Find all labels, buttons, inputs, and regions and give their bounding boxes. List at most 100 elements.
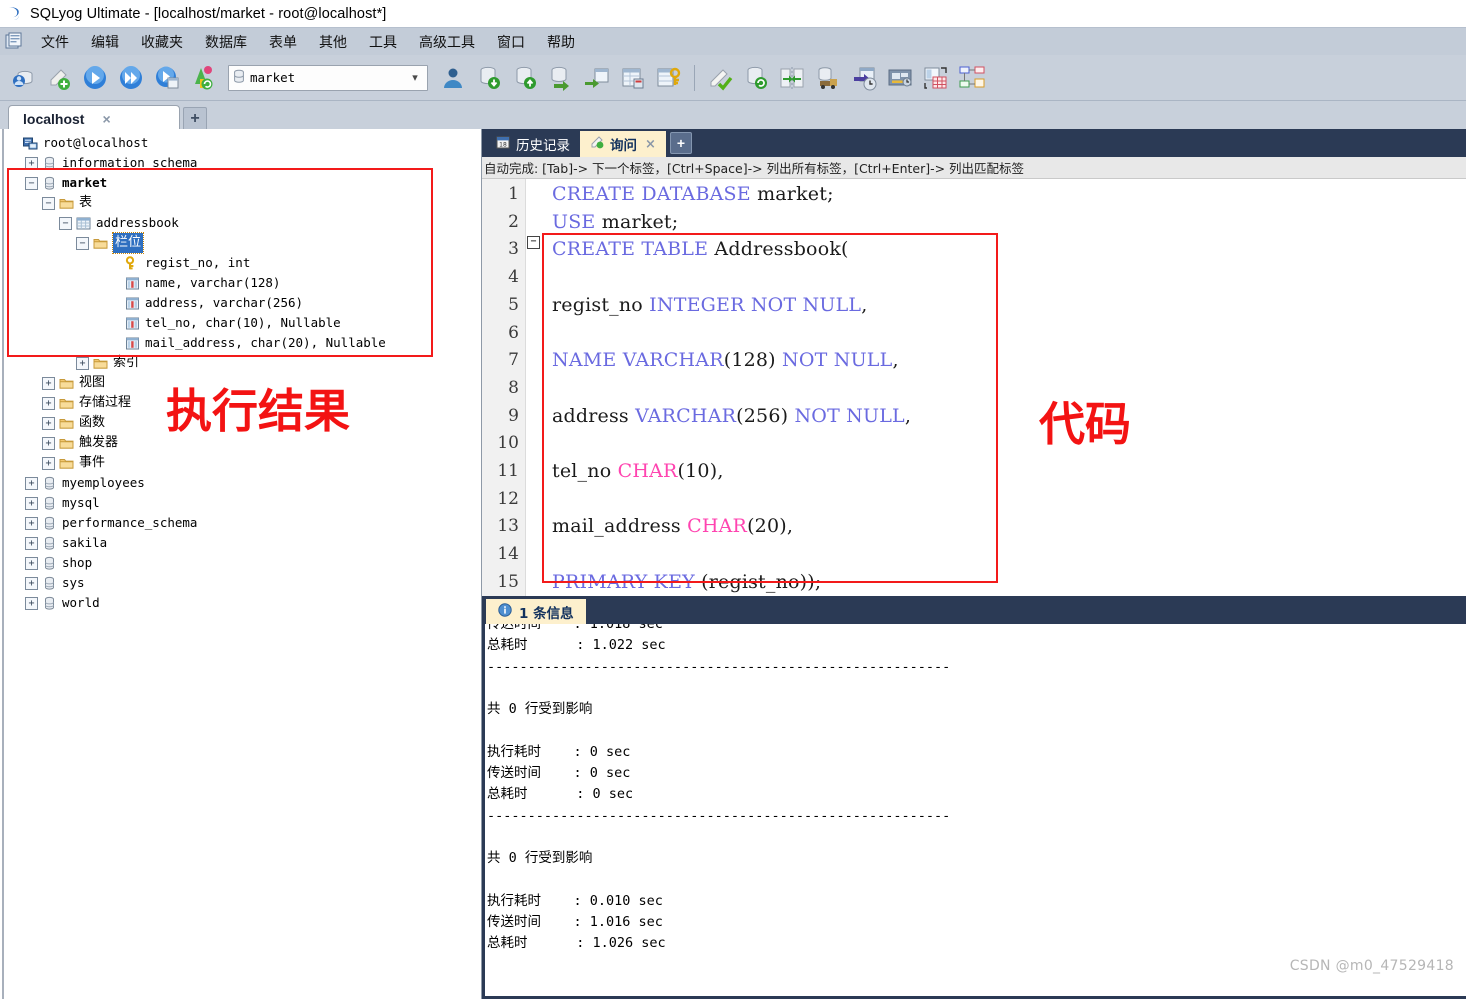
tree-node[interactable]: + 存储过程 [8, 393, 481, 413]
code-token: VARCHAR [635, 404, 737, 427]
tree-node[interactable]: + 触发器 [8, 433, 481, 453]
stop-refresh-icon[interactable] [186, 61, 220, 95]
expand-icon[interactable]: + [25, 556, 38, 570]
tree-node[interactable]: name, varchar(128) [8, 273, 481, 293]
manage-indexes-icon[interactable] [652, 61, 686, 95]
visual-schema-designer-icon[interactable] [919, 61, 953, 95]
messages-tab-strip: 1 条信息 [482, 596, 1466, 624]
expand-icon[interactable]: + [25, 536, 38, 550]
new-connection-icon[interactable] [6, 61, 40, 95]
menu-help[interactable]: 帮助 [536, 30, 586, 54]
execute-query-new-tab-icon[interactable] [150, 61, 184, 95]
menu-table[interactable]: 表单 [258, 30, 308, 54]
expand-icon[interactable]: + [25, 576, 38, 590]
user-manager-icon[interactable] [436, 61, 470, 95]
sync-database-icon[interactable] [739, 61, 773, 95]
query-builder-icon[interactable] [883, 61, 917, 95]
menu-file[interactable]: 文件 [30, 30, 80, 54]
close-icon[interactable]: × [102, 111, 110, 127]
tree-node[interactable]: mail_address, char(20), Nullable [8, 333, 481, 353]
import-external-data-icon[interactable] [544, 61, 578, 95]
er-diagram-icon[interactable] [955, 61, 989, 95]
sql-code-text[interactable]: CREATE DATABASE market; USE market; CREATE… [542, 179, 1466, 596]
connection-tab-localhost[interactable]: localhost × [8, 105, 180, 131]
tree-node[interactable]: + sys [8, 573, 481, 593]
collapse-icon[interactable]: − [25, 176, 38, 190]
tree-node[interactable]: regist_no, int [8, 253, 481, 273]
tree-node-label: address, varchar(256) [145, 295, 304, 310]
expand-icon[interactable]: + [25, 476, 38, 490]
close-icon[interactable]: × [645, 137, 656, 152]
tree-node[interactable]: + information_schema [8, 153, 481, 173]
sql-formatter-icon[interactable] [703, 61, 737, 95]
fold-column[interactable]: − [526, 179, 542, 596]
line-number: 9 [508, 405, 519, 426]
backup-database-icon[interactable] [472, 61, 506, 95]
expand-icon[interactable]: + [76, 356, 89, 370]
chevron-down-icon[interactable]: ▾ [405, 71, 425, 84]
database-selector[interactable]: market ▾ [228, 64, 428, 91]
collapse-icon[interactable]: − [76, 236, 89, 250]
code-token: mail_address [552, 515, 688, 538]
tree-node[interactable]: + 视图 [8, 373, 481, 393]
database-icon [42, 596, 57, 611]
tree-node[interactable]: + sakila [8, 533, 481, 553]
code-fold-toggle[interactable]: − [527, 236, 540, 249]
expand-icon[interactable]: + [25, 516, 38, 530]
execute-query-icon[interactable] [78, 61, 112, 95]
tree-node[interactable]: + world [8, 593, 481, 613]
notifications-icon[interactable] [847, 61, 881, 95]
code-line: CREATE DATABASE market; [552, 181, 1466, 209]
expand-icon[interactable]: + [25, 156, 38, 170]
tree-node[interactable]: − addressbook [8, 213, 481, 233]
menu-other[interactable]: 其他 [308, 30, 358, 54]
new-query-tab-icon[interactable] [42, 61, 76, 95]
tree-node[interactable]: root@localhost [8, 133, 481, 153]
expand-icon[interactable]: + [25, 496, 38, 510]
menu-edit[interactable]: 编辑 [80, 30, 130, 54]
new-connection-tab-button[interactable]: + [183, 107, 207, 131]
expand-icon[interactable]: + [25, 596, 38, 610]
tab-messages[interactable]: 1 条信息 [486, 599, 586, 624]
tree-node[interactable]: + myemployees [8, 473, 481, 493]
tree-node[interactable]: tel_no, char(10), Nullable [8, 313, 481, 333]
expand-icon[interactable]: + [42, 436, 55, 450]
restore-database-icon[interactable] [508, 61, 542, 95]
tree-node[interactable]: address, varchar(256) [8, 293, 481, 313]
sql-editor[interactable]: 1 2 3 4 5 6 7 8 9 10 11 12 13 14 15 − CREATE DATABASE … [482, 179, 1466, 596]
database-icon [42, 556, 57, 571]
tree-node[interactable]: + 事件 [8, 453, 481, 473]
expand-icon[interactable]: + [42, 396, 55, 410]
tree-node[interactable]: + shop [8, 553, 481, 573]
messages-text-area[interactable]: 传达时间 : 1.018 sec 总耗时 : 1.022 sec -------… [482, 624, 1466, 999]
menu-database[interactable]: 数据库 [194, 30, 258, 54]
expand-icon[interactable]: + [42, 456, 55, 470]
menu-tools[interactable]: 工具 [358, 30, 408, 54]
collapse-icon[interactable]: − [42, 196, 55, 210]
database-icon [42, 536, 57, 551]
tree-node[interactable]: + mysql [8, 493, 481, 513]
export-table-data-icon[interactable] [580, 61, 614, 95]
tree-node[interactable]: + 索引 [8, 353, 481, 373]
menu-window[interactable]: 窗口 [486, 30, 536, 54]
tree-node[interactable]: + performance_schema [8, 513, 481, 533]
code-token: tel_no [552, 460, 618, 483]
execute-all-queries-icon[interactable] [114, 61, 148, 95]
tab-history[interactable]: 18 历史记录 [486, 131, 580, 157]
window-system-icon[interactable] [4, 32, 24, 51]
tab-query[interactable]: 询问 × [580, 131, 666, 157]
database-tree[interactable]: root@localhost + information_schema − market… [8, 133, 481, 613]
collapse-icon[interactable]: − [59, 216, 72, 230]
tree-node[interactable]: + 函数 [8, 413, 481, 433]
tree-node[interactable]: − 栏位 [8, 232, 481, 254]
menu-favorites[interactable]: 收藏夹 [130, 30, 194, 54]
new-query-tab-button[interactable]: + [669, 132, 692, 154]
table-diagnostics-icon[interactable] [616, 61, 650, 95]
schema-sync-icon[interactable] [775, 61, 809, 95]
tree-node[interactable]: − market [8, 173, 481, 193]
scheduled-backup-icon[interactable] [811, 61, 845, 95]
expand-icon[interactable]: + [42, 416, 55, 430]
tree-node[interactable]: − 表 [8, 193, 481, 213]
menu-powertools[interactable]: 高级工具 [408, 30, 486, 54]
expand-icon[interactable]: + [42, 376, 55, 390]
